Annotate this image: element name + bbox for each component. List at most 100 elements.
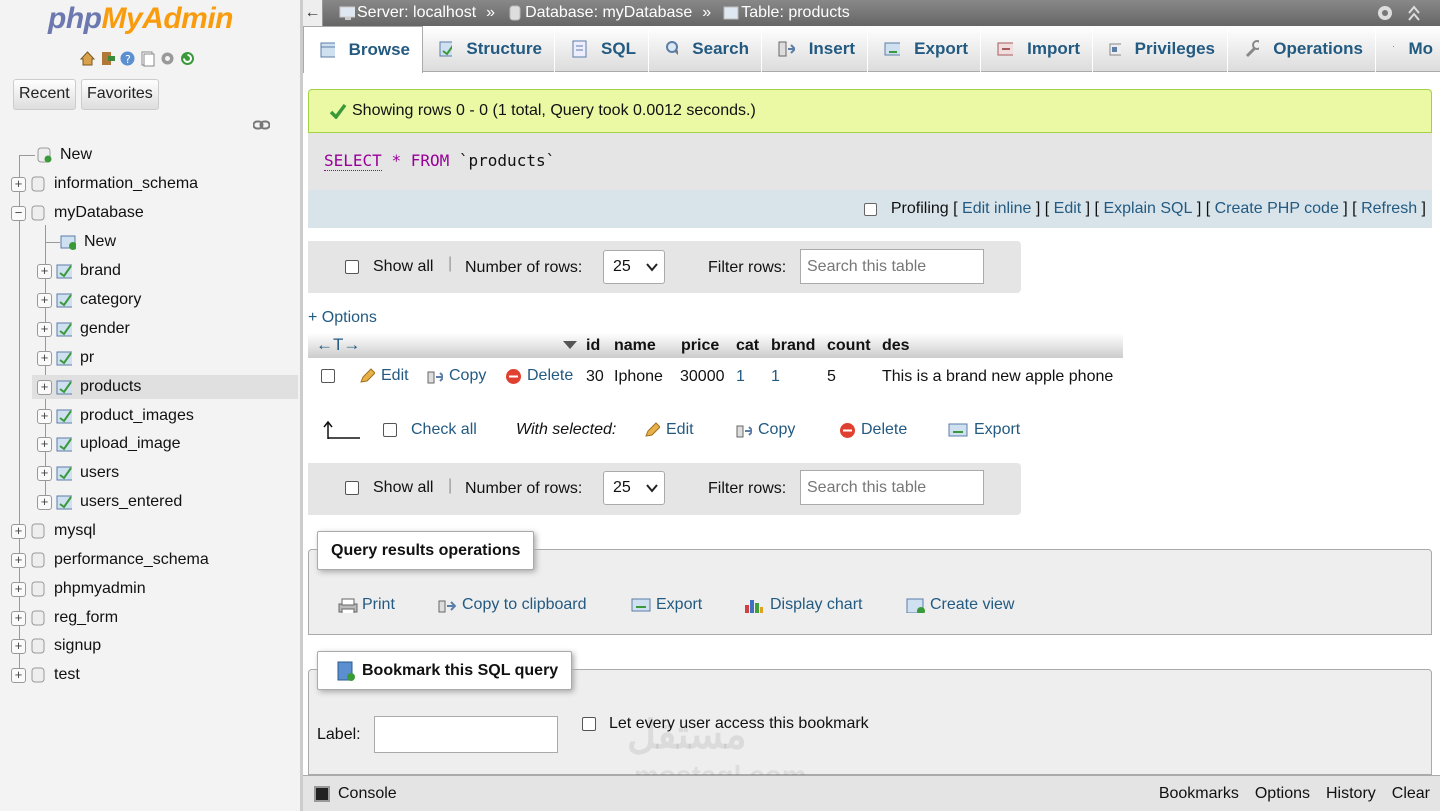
collapse-nav-arrow-icon[interactable]: ←	[303, 0, 323, 26]
filter-rows-input[interactable]: Search this table	[800, 249, 984, 284]
table-name[interactable]: brand	[80, 262, 121, 280]
tab-export[interactable]: Export	[868, 26, 981, 72]
table-structure-icon[interactable]	[56, 408, 72, 424]
filter-rows-input[interactable]: Search this table	[800, 470, 984, 505]
home-icon[interactable]	[79, 50, 96, 67]
table-structure-icon[interactable]	[56, 263, 72, 279]
cell-cat-link[interactable]: 1	[736, 368, 745, 386]
table-name[interactable]: users_entered	[80, 493, 182, 511]
edit-inline-link[interactable]: Edit inline	[962, 200, 1031, 218]
phpmyadmin-logo[interactable]: phpMyAdmin	[48, 2, 233, 36]
tab-insert[interactable]: Insert	[762, 26, 868, 72]
column-header-des[interactable]: des	[882, 337, 910, 355]
table-name[interactable]: products	[80, 378, 141, 396]
documentation-icon[interactable]	[139, 50, 156, 67]
nav-new-table[interactable]: New	[60, 230, 116, 254]
table-structure-icon[interactable]	[56, 350, 72, 366]
reload-icon[interactable]	[179, 50, 196, 67]
column-header-brand[interactable]: brand	[771, 337, 815, 355]
table-structure-icon[interactable]	[56, 292, 72, 308]
column-header-cat[interactable]: cat	[736, 337, 759, 355]
expand-icon[interactable]: +	[37, 379, 52, 395]
bookmark-label-input[interactable]	[374, 716, 558, 753]
column-header-id[interactable]: id	[586, 337, 600, 355]
nav-table-product-images[interactable]: + product_images	[37, 404, 194, 428]
tab-operations[interactable]: Operations	[1228, 26, 1376, 72]
tab-privileges[interactable]: Privileges	[1093, 26, 1228, 72]
expand-icon[interactable]: +	[11, 581, 26, 597]
cell-price[interactable]: 30000	[680, 368, 725, 386]
table-name[interactable]: gender	[80, 320, 130, 338]
nav-table-category[interactable]: + category	[37, 288, 141, 312]
options-link[interactable]: + Options	[308, 309, 377, 327]
nav-table-users[interactable]: + users	[37, 461, 119, 485]
expand-icon[interactable]: +	[11, 552, 26, 568]
nav-db-signup[interactable]: + signup	[11, 634, 101, 658]
expand-icon[interactable]: +	[11, 638, 26, 654]
cell-brand-link[interactable]: 1	[771, 368, 780, 386]
bulk-edit-button[interactable]: Edit	[644, 421, 694, 439]
console-toggle[interactable]: Console	[338, 785, 397, 803]
show-all-checkbox[interactable]	[345, 260, 359, 274]
cell-id[interactable]: 30	[586, 368, 604, 386]
collapse-icon[interactable]: −	[11, 205, 26, 221]
copy-to-clipboard-link[interactable]: Copy to clipboard	[438, 596, 587, 614]
create-view-link[interactable]: Create view	[906, 596, 1014, 614]
row-copy-button[interactable]: Copy	[427, 367, 486, 385]
table-structure-icon[interactable]	[56, 465, 72, 481]
expand-icon[interactable]: +	[37, 292, 52, 308]
expand-icon[interactable]: +	[37, 350, 52, 366]
console-icon[interactable]	[314, 785, 330, 802]
table-structure-icon[interactable]	[56, 379, 72, 395]
nav-db-performance-schema[interactable]: + performance_schema	[11, 548, 209, 572]
table-name[interactable]: pr	[80, 349, 94, 367]
nav-table-upload-image[interactable]: + upload_image	[37, 432, 181, 456]
tab-more[interactable]: Mo	[1376, 26, 1440, 72]
console-options[interactable]: Options	[1255, 785, 1310, 803]
expand-icon[interactable]: +	[11, 523, 26, 539]
nav-db-phpmyadmin[interactable]: + phpmyadmin	[11, 577, 146, 601]
edit-link[interactable]: Edit	[1054, 200, 1082, 218]
tab-structure[interactable]: Structure	[423, 26, 555, 72]
favorites-button[interactable]: Favorites	[81, 79, 159, 110]
table-name[interactable]: category	[80, 291, 141, 309]
nav-table-gender[interactable]: + gender	[37, 317, 130, 341]
export-link[interactable]: Export	[631, 596, 702, 614]
console-clear[interactable]: Clear	[1392, 785, 1430, 803]
table-name[interactable]: users	[80, 464, 119, 482]
expand-icon[interactable]: +	[37, 436, 52, 452]
bulk-copy-button[interactable]: Copy	[736, 421, 795, 439]
expand-icon[interactable]: +	[11, 610, 26, 626]
print-link[interactable]: Print	[338, 596, 395, 614]
settings-gear-icon[interactable]	[1376, 4, 1394, 22]
cell-name[interactable]: Iphone	[614, 368, 663, 386]
bulk-delete-button[interactable]: Delete	[839, 421, 907, 439]
nav-new-database[interactable]: New	[36, 143, 92, 167]
table-structure-icon[interactable]	[56, 321, 72, 337]
cell-count[interactable]: 5	[827, 368, 836, 386]
sort-dropdown-icon[interactable]	[562, 340, 578, 350]
display-chart-link[interactable]: Display chart	[744, 596, 862, 614]
show-all-checkbox[interactable]	[345, 481, 359, 495]
explain-sql-link[interactable]: Explain SQL	[1103, 200, 1192, 218]
expand-icon[interactable]: +	[37, 263, 52, 279]
expand-icon[interactable]: +	[37, 494, 52, 510]
nav-db-information-schema[interactable]: + information_schema	[11, 172, 198, 196]
bulk-export-button[interactable]: Export	[948, 421, 1020, 439]
sql-keyword[interactable]: SELECT	[324, 151, 382, 171]
profiling-checkbox[interactable]	[863, 202, 877, 216]
table-name[interactable]: upload_image	[80, 435, 181, 453]
docs-icon[interactable]: ?	[119, 50, 136, 67]
column-header-count[interactable]: count	[827, 337, 871, 355]
nav-db-mydatabase[interactable]: − myDatabase	[11, 201, 144, 225]
every-user-checkbox[interactable]	[582, 717, 596, 731]
tab-sql[interactable]: SQL	[555, 26, 649, 72]
settings-gear-icon[interactable]	[159, 50, 176, 67]
table-structure-icon[interactable]	[56, 494, 72, 510]
link-icon[interactable]	[253, 120, 270, 130]
nav-db-test[interactable]: + test	[11, 663, 80, 687]
nav-db-reg-form[interactable]: + reg_form	[11, 606, 118, 630]
nav-table-brand[interactable]: + brand	[37, 259, 121, 283]
check-all-label[interactable]: Check all	[411, 421, 477, 439]
column-header-name[interactable]: name	[614, 337, 656, 355]
